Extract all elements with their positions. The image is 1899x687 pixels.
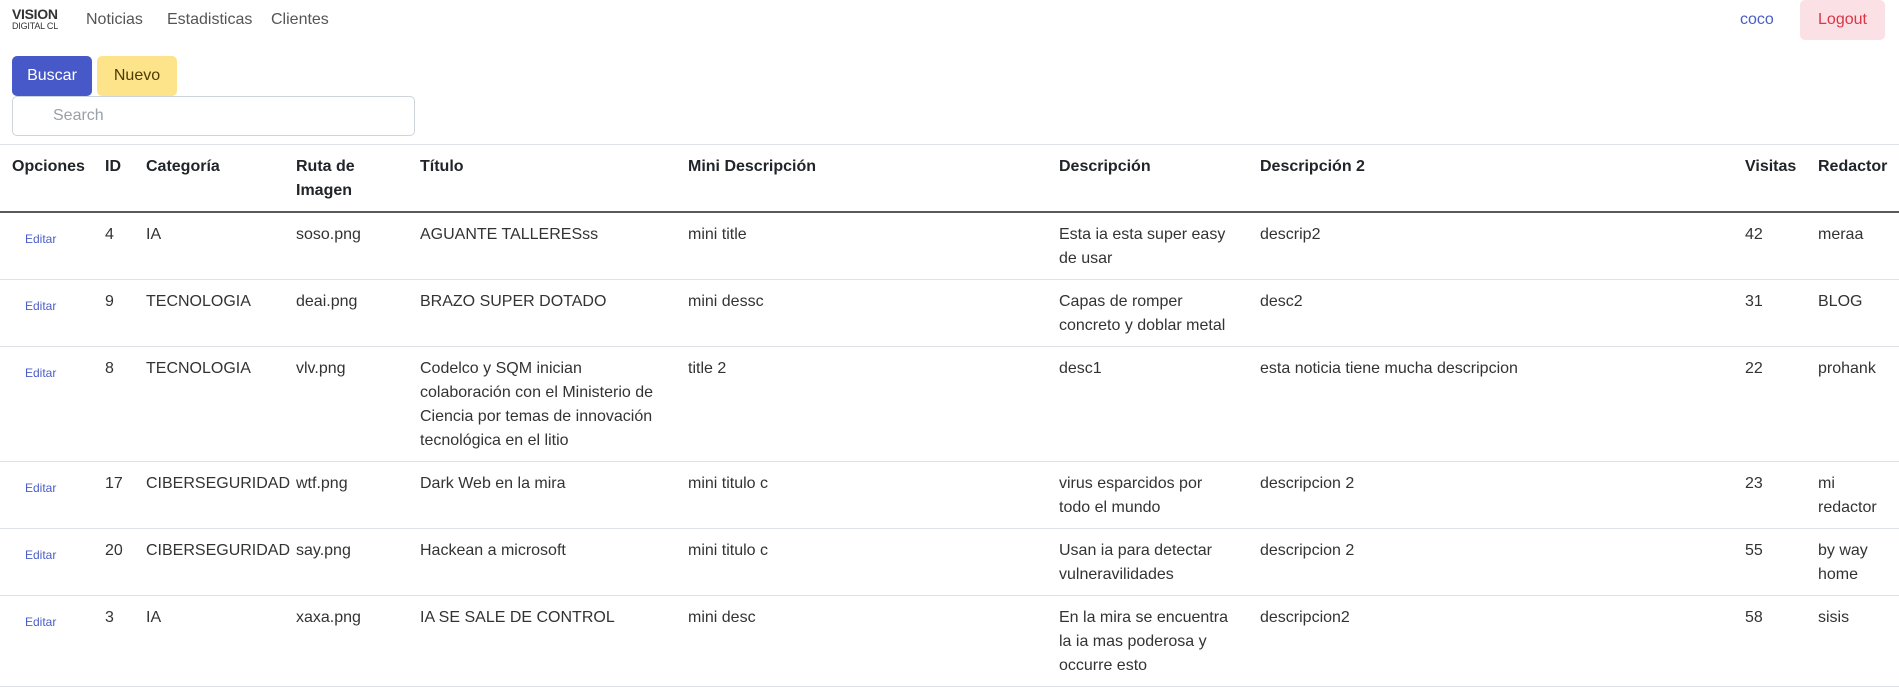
cell-visitas: 22 — [1745, 360, 1763, 377]
cell-ruta-imagen: say.png — [296, 542, 351, 559]
edit-link[interactable]: Editar — [25, 481, 56, 495]
cell-descripcion: Esta ia esta super easy de usar — [1059, 226, 1226, 267]
cell-mini-descripcion: mini desc — [688, 609, 756, 626]
brand-logo[interactable]: VISION DIGITAL CL — [12, 7, 58, 31]
cell-visitas: 31 — [1745, 293, 1763, 310]
header-descripcion-2: Descripción 2 — [1260, 158, 1365, 175]
cell-opciones: Editar — [0, 596, 93, 687]
table-row: Editar 17 CIBERSEGURIDAD wtf.png Dark We… — [0, 462, 1899, 529]
nuevo-button[interactable]: Nuevo — [97, 56, 177, 96]
search-input[interactable] — [12, 96, 415, 136]
news-table: Opciones ID Categoría Ruta de Imagen Tít… — [0, 144, 1899, 687]
cell-opciones: Editar — [0, 529, 93, 596]
table-row: Editar 9 TECNOLOGIA deai.png BRAZO SUPER… — [0, 280, 1899, 347]
cell-descripcion-2: descripcion2 — [1260, 609, 1350, 626]
cell-redactor: meraa — [1818, 226, 1864, 243]
cell-redactor: mi redactor — [1818, 475, 1877, 516]
cell-descripcion-2: desc2 — [1260, 293, 1303, 310]
cell-descripcion: desc1 — [1059, 360, 1102, 377]
cell-categoria: TECNOLOGIA — [146, 360, 251, 377]
cell-opciones: Editar — [0, 347, 93, 462]
cell-visitas: 58 — [1745, 609, 1763, 626]
cell-ruta-imagen: deai.png — [296, 293, 358, 310]
cell-mini-descripcion: mini dessc — [688, 293, 764, 310]
brand-subtitle: DIGITAL CL — [12, 21, 59, 31]
table-row: Editar 20 CIBERSEGURIDAD say.png Hackean… — [0, 529, 1899, 596]
cell-descripcion-2: esta noticia tiene mucha descripcion — [1260, 360, 1518, 377]
header-categoria: Categoría — [146, 158, 220, 175]
edit-link[interactable]: Editar — [25, 615, 56, 629]
cell-mini-descripcion: title 2 — [688, 360, 727, 377]
cell-id: 20 — [105, 542, 123, 559]
cell-ruta-imagen: soso.png — [296, 226, 361, 243]
cell-titulo: AGUANTE TALLERESss — [420, 226, 599, 243]
cell-descripcion: Capas de romper concreto y doblar metal — [1059, 293, 1226, 334]
logout-button[interactable]: Logout — [1800, 0, 1885, 40]
cell-visitas: 55 — [1745, 542, 1763, 559]
cell-categoria: TECNOLOGIA — [146, 293, 251, 310]
cell-descripcion: En la mira se encuentra la ia mas podero… — [1059, 609, 1228, 674]
cell-categoria: CIBERSEGURIDAD — [146, 542, 291, 559]
cell-descripcion-2: descrip2 — [1260, 226, 1321, 243]
cell-categoria: IA — [146, 226, 162, 243]
cell-titulo: BRAZO SUPER DOTADO — [420, 293, 607, 310]
cell-visitas: 23 — [1745, 475, 1763, 492]
cell-redactor: by way home — [1818, 542, 1868, 583]
cell-ruta-imagen: wtf.png — [296, 475, 348, 492]
buscar-button[interactable]: Buscar — [12, 56, 92, 96]
header-visitas: Visitas — [1745, 158, 1797, 175]
cell-id: 4 — [105, 226, 114, 243]
header-redactor: Redactor — [1818, 158, 1888, 175]
edit-link[interactable]: Editar — [25, 232, 56, 246]
cell-opciones: Editar — [0, 280, 93, 347]
cell-titulo: Codelco y SQM inician colaboración con e… — [420, 360, 654, 449]
cell-ruta-imagen: vlv.png — [296, 360, 346, 377]
cell-mini-descripcion: mini titulo c — [688, 542, 769, 559]
cell-mini-descripcion: mini titulo c — [688, 475, 769, 492]
header-opciones: Opciones — [12, 158, 85, 175]
cell-id: 8 — [105, 360, 114, 377]
user-link[interactable]: coco — [1740, 11, 1774, 29]
table-row: Editar 8 TECNOLOGIA vlv.png Codelco y SQ… — [0, 347, 1899, 462]
cell-descripcion-2: descripcion 2 — [1260, 475, 1355, 492]
cell-mini-descripcion: mini title — [688, 226, 747, 243]
cell-opciones: Editar — [0, 212, 93, 280]
cell-visitas: 42 — [1745, 226, 1763, 243]
cell-id: 9 — [105, 293, 114, 310]
header-id: ID — [105, 158, 121, 175]
cell-descripcion: virus esparcidos por todo el mundo — [1059, 475, 1203, 516]
header-titulo: Título — [420, 158, 464, 175]
navbar: VISION DIGITAL CL Noticias Estadisticas … — [0, 0, 1899, 44]
cell-redactor: BLOG — [1818, 293, 1863, 310]
cell-descripcion: Usan ia para detectar vulneravilidades — [1059, 542, 1212, 583]
nav-estadisticas[interactable]: Estadisticas — [167, 11, 252, 29]
cell-redactor: sisis — [1818, 609, 1850, 626]
nav-clientes[interactable]: Clientes — [271, 11, 329, 29]
cell-ruta-imagen: xaxa.png — [296, 609, 361, 626]
edit-link[interactable]: Editar — [25, 299, 56, 313]
table-row: Editar 3 IA xaxa.png IA SE SALE DE CONTR… — [0, 596, 1899, 687]
header-ruta-imagen: Ruta de Imagen — [296, 158, 355, 199]
cell-categoria: CIBERSEGURIDAD — [146, 475, 291, 492]
header-descripcion: Descripción — [1059, 158, 1151, 175]
cell-opciones: Editar — [0, 462, 93, 529]
cell-id: 3 — [105, 609, 114, 626]
edit-link[interactable]: Editar — [25, 366, 56, 380]
cell-titulo: IA SE SALE DE CONTROL — [420, 609, 615, 626]
cell-titulo: Hackean a microsoft — [420, 542, 566, 559]
brand-name: VISION — [12, 6, 58, 22]
cell-titulo: Dark Web en la mira — [420, 475, 566, 492]
table-header-row: Opciones ID Categoría Ruta de Imagen Tít… — [0, 144, 1899, 212]
table-row: Editar 4 IA soso.png AGUANTE TALLERESss … — [0, 212, 1899, 280]
cell-id: 17 — [105, 475, 123, 492]
edit-link[interactable]: Editar — [25, 548, 56, 562]
header-mini-descripcion: Mini Descripción — [688, 158, 817, 175]
cell-redactor: prohank — [1818, 360, 1876, 377]
cell-categoria: IA — [146, 609, 162, 626]
nav-noticias[interactable]: Noticias — [86, 11, 143, 29]
cell-descripcion-2: descripcion 2 — [1260, 542, 1355, 559]
